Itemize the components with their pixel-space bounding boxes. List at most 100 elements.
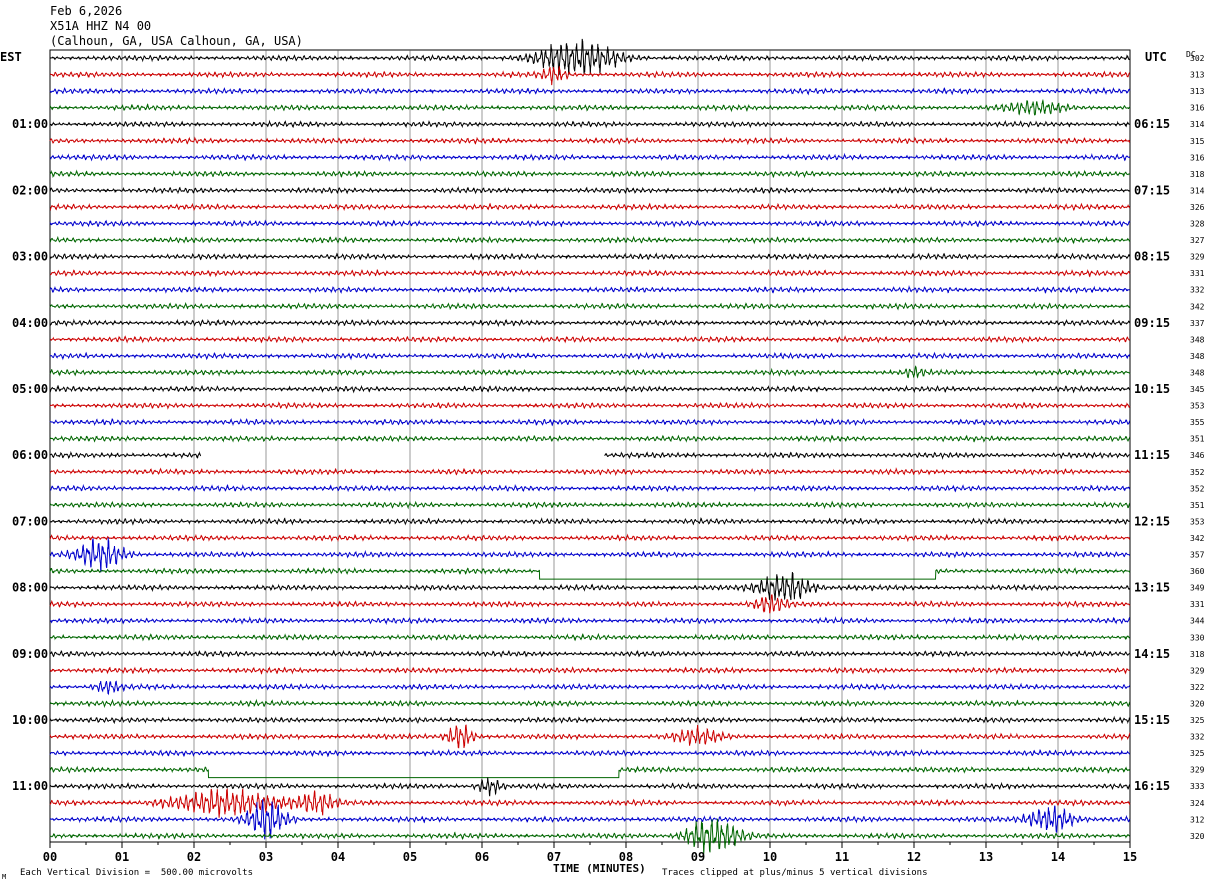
trace-line — [49, 571, 1131, 601]
dc-offset-label: 349 — [1190, 584, 1205, 593]
trace-line — [49, 434, 1131, 444]
trace-line — [49, 417, 1131, 427]
corner-mark: M — [2, 873, 7, 881]
left-hour-label: 02:00 — [12, 183, 48, 197]
trace-line — [49, 152, 1131, 162]
scale-note: Each Vertical Division = 500.00 microvol… — [20, 868, 253, 878]
trace-line — [49, 500, 1131, 510]
dc-offset-label: 315 — [1190, 137, 1205, 146]
dc-offset-label: 326 — [1190, 203, 1205, 212]
helicorder-plot: 00 01 02 03 04 05 06 07 08 09 10 11 12 13 14 1530231331… — [12, 38, 1205, 864]
left-hour-label: 01:00 — [12, 117, 48, 131]
dc-offset-label: 314 — [1190, 186, 1205, 195]
trace-line — [50, 119, 1130, 129]
left-hour-label: 07:00 — [12, 514, 48, 528]
left-hour-label: 09:00 — [12, 647, 48, 661]
right-hour-label: 11:15 — [1134, 448, 1170, 462]
left-hour-label: 06:00 — [12, 448, 48, 462]
dc-offset-label: 344 — [1190, 617, 1205, 626]
trace-line — [49, 384, 1131, 394]
left-hour-label: 05:00 — [12, 382, 48, 396]
left-hour-label: 03:00 — [12, 250, 48, 264]
dc-offset-label: 312 — [1190, 815, 1205, 824]
dc-offset-label: 353 — [1190, 517, 1205, 526]
right-hour-label: 07:15 — [1134, 183, 1170, 197]
dc-offset-label: 333 — [1190, 782, 1205, 791]
dc-offset-label: 351 — [1190, 501, 1205, 510]
dc-offset-label: 357 — [1190, 551, 1205, 560]
dc-offset-label: 345 — [1190, 385, 1205, 394]
x-tick-label: 13 — [979, 850, 993, 864]
x-tick-label: 12 — [907, 850, 921, 864]
trace-line — [49, 86, 1131, 96]
right-hour-label: 13:15 — [1134, 581, 1170, 595]
x-tick-label: 04 — [331, 850, 345, 864]
trace-line — [49, 517, 1131, 526]
trace-line — [49, 268, 1131, 278]
dc-offset-label: 330 — [1190, 633, 1205, 642]
trace-line — [49, 219, 1131, 228]
dc-offset-label: 313 — [1190, 87, 1205, 96]
trace-line — [49, 285, 1130, 295]
dc-offset-label: 337 — [1190, 319, 1205, 328]
dc-offset-label: 332 — [1190, 733, 1205, 742]
trace-line — [49, 169, 1130, 179]
x-tick-label: 03 — [259, 850, 273, 864]
dc-offset-label: 332 — [1190, 286, 1205, 295]
left-hour-label: 08:00 — [12, 581, 48, 595]
dc-offset-label: 348 — [1190, 368, 1205, 377]
trace-line — [49, 680, 1131, 696]
x-tick-label: 02 — [187, 850, 201, 864]
trace-line — [49, 98, 1131, 116]
dc-offset-label: 325 — [1190, 716, 1205, 725]
dc-offset-label: 324 — [1190, 799, 1205, 808]
trace-line — [49, 818, 1130, 855]
trace-line — [49, 594, 1131, 614]
dc-offset-label: 355 — [1190, 418, 1205, 427]
dc-offset-label: 348 — [1190, 335, 1205, 344]
trace-line — [49, 450, 1131, 460]
dc-offset-label: 327 — [1190, 236, 1205, 245]
trace-line — [49, 38, 1131, 76]
dc-offset-label: 329 — [1190, 253, 1205, 262]
trace-line — [49, 649, 1131, 658]
dc-offset-label: 322 — [1190, 683, 1205, 692]
x-tick-label: 06 — [475, 850, 489, 864]
dc-offset-label: 320 — [1190, 699, 1205, 708]
x-tick-label: 11 — [835, 850, 849, 864]
trace-lines — [49, 38, 1131, 855]
dc-offset-label: 342 — [1190, 302, 1205, 311]
right-hour-label: 10:15 — [1134, 382, 1170, 396]
trace-line — [49, 252, 1131, 261]
dc-offset-label: 328 — [1190, 220, 1205, 229]
x-axis-label: TIME (MINUTES) — [553, 862, 646, 875]
trace-line — [49, 666, 1130, 675]
dc-offset-label: 325 — [1190, 749, 1205, 758]
right-hour-label: 08:15 — [1134, 250, 1170, 264]
left-hour-label: 04:00 — [12, 316, 48, 330]
right-hour-label: 12:15 — [1134, 514, 1170, 528]
right-hour-label: 06:15 — [1134, 117, 1170, 131]
grid — [49, 49, 1131, 848]
dc-offset-label: 313 — [1190, 71, 1205, 80]
dc-offset-label: 352 — [1190, 468, 1205, 477]
trace-line — [49, 616, 1131, 626]
dc-offset-label: 316 — [1190, 153, 1205, 162]
dc-offset-label: 342 — [1190, 534, 1205, 543]
trace-line — [49, 202, 1131, 212]
trace-line — [50, 632, 1131, 642]
x-tick-label: 05 — [403, 850, 417, 864]
x-tick-label: 14 — [1051, 850, 1065, 864]
x-tick-label: 09 — [691, 850, 705, 864]
trace-line — [49, 537, 1131, 573]
dc-offset-label: 351 — [1190, 435, 1205, 444]
dc-offset-label: 316 — [1190, 104, 1205, 113]
dc-offset-label: 318 — [1190, 170, 1205, 179]
trace-line — [49, 765, 1131, 779]
trace-line — [49, 335, 1130, 344]
trace-line — [49, 318, 1131, 328]
x-tick-label: 00 — [43, 850, 57, 864]
trace-line — [49, 136, 1131, 146]
dc-offset-label: 320 — [1190, 832, 1205, 841]
trace-line — [49, 566, 1131, 580]
